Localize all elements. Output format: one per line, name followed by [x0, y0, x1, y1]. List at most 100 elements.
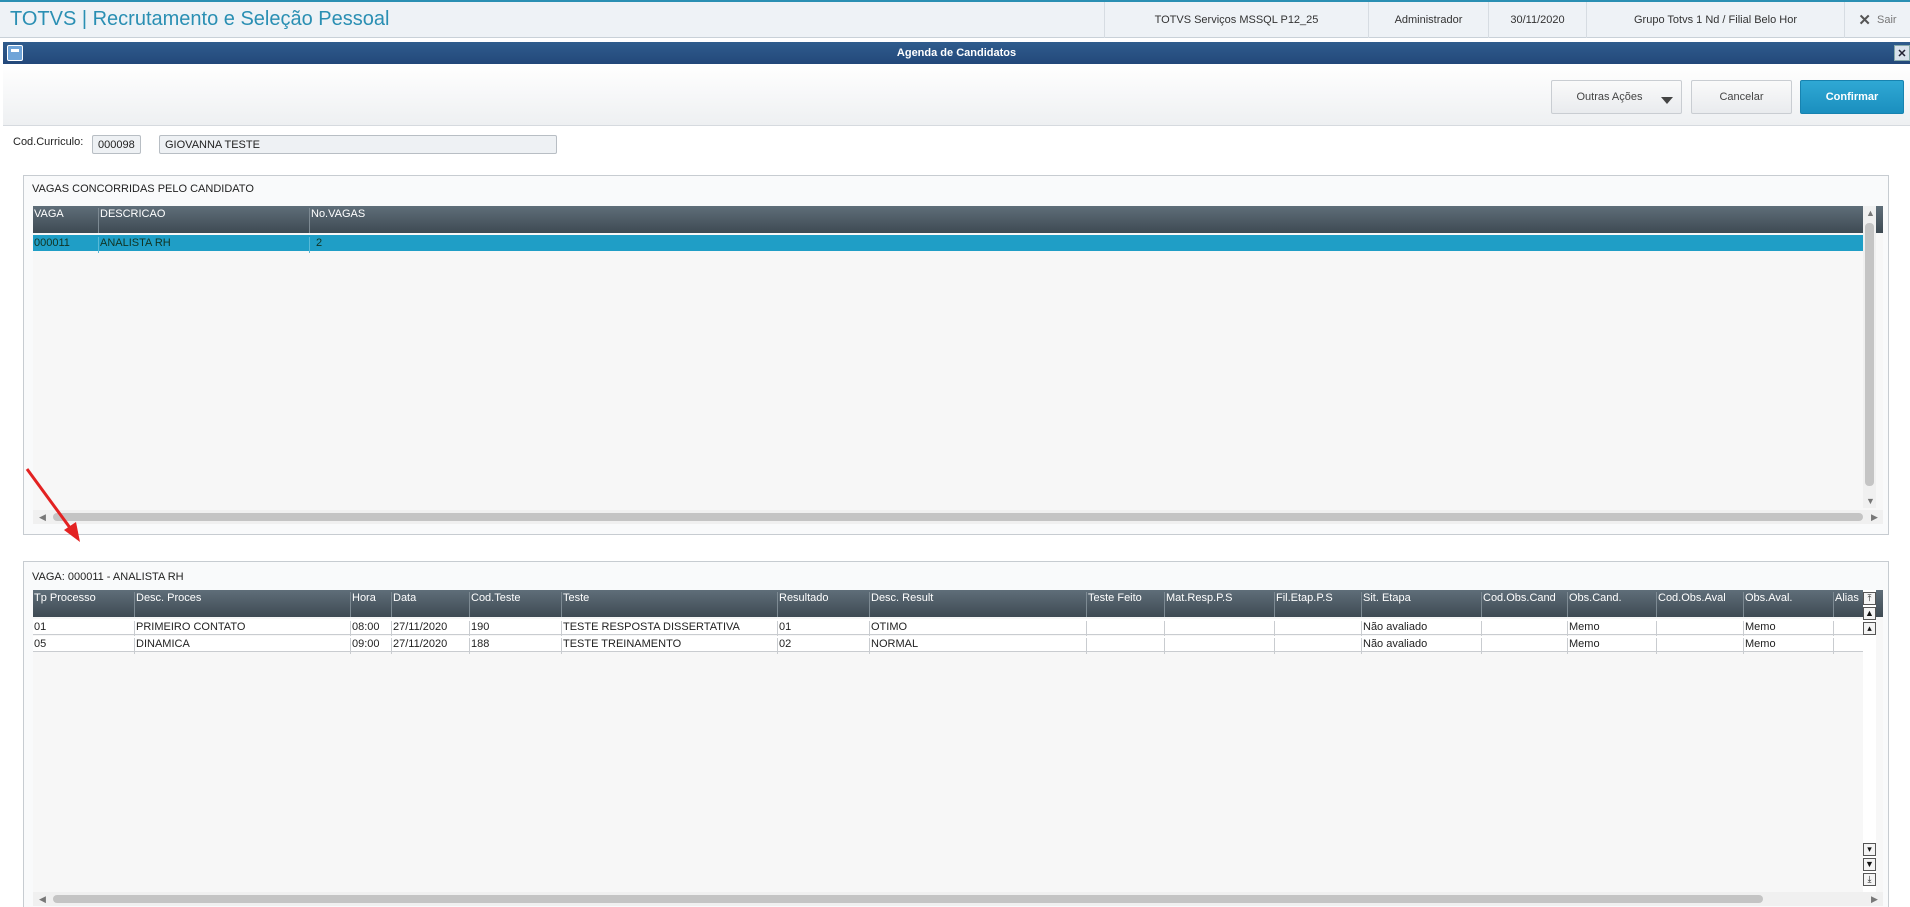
previous-record-icon[interactable]: ▲ — [1863, 607, 1876, 620]
environment-info: TOTVS Serviços MSSQL P12_25 — [1104, 2, 1368, 38]
scroll-down-icon[interactable]: ▼ — [1866, 496, 1875, 506]
scroll-thumb[interactable] — [53, 513, 1863, 521]
table-cell: PRIMEIRO CONTATO — [135, 621, 351, 637]
table-cell: 190 — [470, 621, 562, 637]
table-cell — [1834, 638, 1863, 654]
close-icon: ✕ — [1897, 47, 1907, 60]
column-header[interactable]: Fil.Etap.P.S — [1275, 592, 1362, 617]
vagas-panel-title: VAGAS CONCORRIDAS PELO CANDIDATO — [32, 183, 254, 195]
table-cell: Memo — [1568, 621, 1657, 637]
table-row[interactable]: 01 PRIMEIRO CONTATO 08:00 27/11/2020 190… — [33, 619, 1863, 637]
scroll-right-icon[interactable]: ▶ — [1871, 512, 1878, 523]
column-header[interactable]: Cod.Obs.Cand — [1482, 592, 1568, 617]
table-cell: OTIMO — [870, 621, 1087, 637]
column-header[interactable]: No.VAGAS — [310, 208, 1883, 233]
scroll-thumb[interactable] — [53, 895, 1763, 903]
column-header[interactable]: Desc. Result — [870, 592, 1087, 617]
next-record-icon[interactable]: ▼ — [1863, 858, 1876, 871]
confirm-button[interactable]: Confirmar — [1800, 80, 1904, 114]
cancel-label: Cancelar — [1719, 91, 1764, 103]
column-header[interactable]: Hora — [351, 592, 392, 617]
table-cell: 05 — [33, 638, 135, 654]
vagas-vertical-scrollbar[interactable]: ▲ ▼ — [1863, 206, 1876, 508]
annotation-arrow-icon — [25, 468, 80, 542]
vagas-horizontal-scrollbar[interactable]: ◀ ▶ — [33, 510, 1883, 524]
column-header[interactable]: Resultado — [778, 592, 870, 617]
table-cell — [1275, 638, 1362, 654]
table-cell: 27/11/2020 — [392, 638, 470, 654]
scroll-down-icon[interactable]: ▾ — [1863, 843, 1876, 856]
dialog-title: Agenda de Candidatos — [896, 47, 1017, 59]
column-header[interactable]: VAGA — [33, 208, 99, 233]
table-cell: 08:00 — [351, 621, 392, 637]
scroll-left-icon[interactable]: ◀ — [39, 894, 46, 905]
agenda-panel: VAGA: 000011 - ANALISTA RH Tp Processo D… — [23, 561, 1889, 907]
table-cell: TESTE TREINAMENTO — [562, 638, 778, 654]
table-cell: NORMAL — [870, 638, 1087, 654]
agenda-panel-title: VAGA: 000011 - ANALISTA RH — [32, 571, 184, 583]
table-cell: 01 — [33, 621, 135, 637]
exit-button[interactable]: ✕ Sair — [1844, 2, 1910, 38]
table-cell — [1657, 638, 1744, 654]
other-actions-button[interactable]: Outras Ações — [1551, 80, 1682, 114]
table-cell: Memo — [1568, 638, 1657, 654]
table-cell: 27/11/2020 — [392, 621, 470, 637]
other-actions-label: Outras Ações — [1576, 91, 1643, 103]
table-cell — [1482, 621, 1568, 637]
table-cell: 01 — [778, 621, 870, 637]
table-cell: Não avaliado — [1362, 638, 1482, 654]
cod-curriculo-label: Cod.Curriculo: — [13, 136, 84, 148]
branch-info: Grupo Totvs 1 Nd / Filial Belo Hor — [1586, 2, 1844, 38]
column-header[interactable]: Tp Processo — [33, 592, 135, 617]
dialog-title-bar: Agenda de Candidatos ✕ — [3, 42, 1910, 64]
table-row[interactable]: 05 DINAMICA 09:00 27/11/2020 188 TESTE T… — [33, 636, 1863, 654]
cancel-button[interactable]: Cancelar — [1691, 80, 1792, 114]
table-cell — [1087, 638, 1165, 654]
column-header[interactable]: Teste — [562, 592, 778, 617]
date-info: 30/11/2020 — [1488, 2, 1586, 38]
scroll-thumb[interactable] — [1865, 223, 1874, 486]
table-cell: ANALISTA RH — [99, 237, 310, 253]
dialog-close-button[interactable]: ✕ — [1894, 45, 1910, 61]
table-cell — [1275, 621, 1362, 637]
table-cell: 000011 — [33, 237, 99, 253]
candidate-name-field[interactable]: GIOVANNA TESTE — [159, 135, 557, 154]
scroll-up-icon[interactable]: ▲ — [1866, 208, 1875, 218]
table-cell — [1657, 621, 1744, 637]
scroll-right-icon[interactable]: ▶ — [1871, 894, 1878, 905]
table-cell — [1482, 638, 1568, 654]
table-cell: 02 — [778, 638, 870, 654]
table-cell: Memo — [1744, 638, 1834, 654]
first-record-icon[interactable]: ⤒ — [1863, 592, 1876, 605]
agenda-record-navigator: ⤒ ▲ ▴ ▾ ▼ ⤓ — [1863, 590, 1876, 892]
cod-curriculo-field[interactable]: 000098 — [92, 135, 141, 154]
app-header: TOTVS | Recrutamento e Seleção Pessoal T… — [0, 0, 1910, 38]
last-record-icon[interactable]: ⤓ — [1863, 873, 1876, 886]
app-title: TOTVS | Recrutamento e Seleção Pessoal — [10, 8, 390, 30]
caret-down-icon — [1661, 97, 1673, 104]
action-toolbar: Outras Ações Cancelar Confirmar — [3, 64, 1910, 126]
close-icon: ✕ — [1858, 12, 1871, 29]
column-header[interactable]: Cod.Teste — [470, 592, 562, 617]
column-header[interactable]: Mat.Resp.P.S — [1165, 592, 1275, 617]
column-header[interactable]: Cod.Obs.Aval — [1657, 592, 1744, 617]
table-cell: 09:00 — [351, 638, 392, 654]
column-header[interactable]: Desc. Proces — [135, 592, 351, 617]
column-header[interactable]: Obs.Aval. — [1744, 592, 1834, 617]
column-header[interactable]: DESCRICAO — [99, 208, 310, 233]
vagas-grid-header: VAGA DESCRICAO No.VAGAS — [33, 206, 1883, 233]
table-cell — [1165, 638, 1275, 654]
confirm-label: Confirmar — [1825, 91, 1879, 103]
table-cell: 188 — [470, 638, 562, 654]
column-header[interactable]: Obs.Cand. — [1568, 592, 1657, 617]
table-row[interactable]: 000011 ANALISTA RH 2 — [33, 235, 1863, 253]
window-icon[interactable] — [7, 45, 23, 61]
agenda-horizontal-scrollbar[interactable]: ◀ ▶ — [33, 892, 1883, 906]
table-cell: Memo — [1744, 621, 1834, 637]
table-cell: 2 — [316, 237, 323, 249]
column-header[interactable]: Teste Feito — [1087, 592, 1165, 617]
table-cell: TESTE RESPOSTA DISSERTATIVA — [562, 621, 778, 637]
column-header[interactable]: Data — [392, 592, 470, 617]
scroll-up-icon[interactable]: ▴ — [1863, 622, 1876, 635]
column-header[interactable]: Sit. Etapa — [1362, 592, 1482, 617]
